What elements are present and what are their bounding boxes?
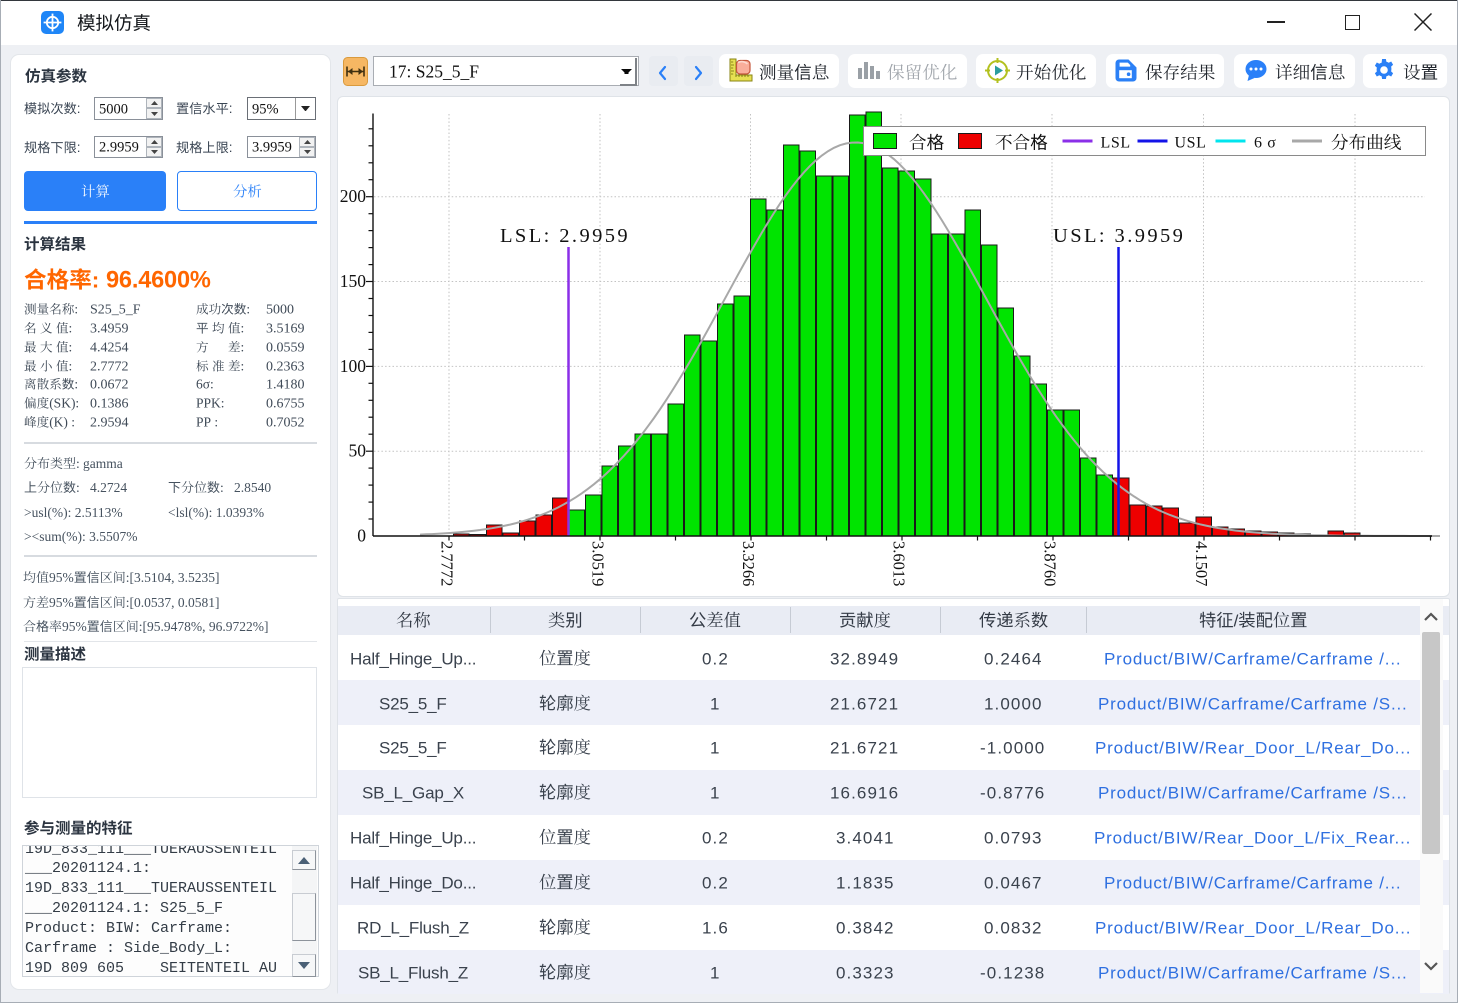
svg-text:USL: 3.9959: USL: 3.9959 [1053, 225, 1185, 247]
svg-text:150: 150 [340, 271, 367, 291]
svg-text:3.0519: 3.0519 [589, 541, 608, 586]
svg-text:-0.1238: -0.1238 [980, 963, 1045, 982]
svg-text:1: 1 [710, 739, 721, 758]
svg-text:0.3842: 0.3842 [836, 918, 895, 937]
svg-text:1.0000: 1.0000 [984, 694, 1043, 713]
svg-text:LSL: 2.9959: LSL: 2.9959 [500, 225, 630, 247]
svg-text:2.7772: 2.7772 [438, 541, 457, 586]
svg-text:3.4041: 3.4041 [836, 828, 895, 847]
svg-text:100: 100 [340, 356, 367, 376]
svg-text:0.2: 0.2 [702, 828, 729, 847]
svg-text:1: 1 [710, 694, 721, 713]
svg-text:0.0793: 0.0793 [984, 828, 1043, 847]
svg-text:4.1507: 4.1507 [1192, 541, 1211, 586]
svg-text:3.6013: 3.6013 [890, 541, 909, 586]
svg-text:Half_Hinge_Do...: Half_Hinge_Do... [350, 873, 476, 892]
svg-text:SB_L_Gap_X: SB_L_Gap_X [362, 784, 464, 803]
svg-text:Product/BIW/Carframe/Carframe: Product/BIW/Carframe/Carframe /S... [1098, 694, 1408, 713]
svg-text:21.6721: 21.6721 [830, 739, 899, 758]
svg-text:Product/BIW/Carframe/Carframe: Product/BIW/Carframe/Carframe /... [1104, 873, 1401, 892]
svg-text:RD_L_Flush_Z: RD_L_Flush_Z [357, 918, 469, 937]
svg-text:1.6: 1.6 [702, 918, 729, 937]
svg-text:21.6721: 21.6721 [830, 694, 899, 713]
svg-text:0.0467: 0.0467 [984, 873, 1043, 892]
svg-text:1: 1 [710, 784, 721, 803]
svg-text:32.8949: 32.8949 [830, 649, 899, 668]
svg-text:16.6916: 16.6916 [830, 784, 899, 803]
svg-text:SB_L_Flush_Z: SB_L_Flush_Z [358, 963, 468, 982]
svg-text:1.1835: 1.1835 [836, 873, 895, 892]
svg-text:-1.0000: -1.0000 [980, 739, 1045, 758]
svg-text:Product/BIW/Rear_Door_L/Fix_Re: Product/BIW/Rear_Door_L/Fix_Rear... [1094, 828, 1411, 847]
svg-text:/: / [1233, 611, 1238, 630]
svg-text:0.2464: 0.2464 [984, 649, 1043, 668]
svg-text:Product/BIW/Rear_Door_L/Rear_D: Product/BIW/Rear_Door_L/Rear_Do... [1095, 918, 1411, 937]
svg-text:0: 0 [357, 526, 366, 546]
svg-text:Product/BIW/Carframe/Carframe: Product/BIW/Carframe/Carframe /S... [1098, 784, 1408, 803]
svg-text:200: 200 [340, 186, 367, 206]
svg-text:6 σ: 6 σ [1254, 135, 1276, 152]
svg-text:USL: USL [1175, 135, 1207, 152]
svg-text:1: 1 [710, 963, 721, 982]
svg-text:0.0832: 0.0832 [984, 918, 1043, 937]
svg-text:Product/BIW/Carframe/Carframe: Product/BIW/Carframe/Carframe /S... [1098, 963, 1408, 982]
svg-text:LSL: LSL [1101, 135, 1131, 152]
svg-text:3.8760: 3.8760 [1041, 541, 1060, 586]
svg-text:50: 50 [349, 441, 367, 461]
svg-text:S25_5_F: S25_5_F [379, 694, 447, 713]
svg-text:0.3323: 0.3323 [836, 963, 895, 982]
svg-text:3.3266: 3.3266 [739, 541, 758, 586]
svg-text:Product/BIW/Rear_Door_L/Rear_D: Product/BIW/Rear_Door_L/Rear_Do... [1095, 739, 1411, 758]
svg-text:Product/BIW/Carframe/Carframe: Product/BIW/Carframe/Carframe /... [1104, 649, 1401, 668]
svg-text:S25_5_F: S25_5_F [379, 739, 447, 758]
svg-text:0.2: 0.2 [702, 649, 729, 668]
svg-text:Half_Hinge_Up...: Half_Hinge_Up... [350, 649, 476, 668]
svg-text:Half_Hinge_Up...: Half_Hinge_Up... [350, 828, 476, 847]
svg-text:0.2: 0.2 [702, 873, 729, 892]
svg-text:-0.8776: -0.8776 [980, 784, 1045, 803]
